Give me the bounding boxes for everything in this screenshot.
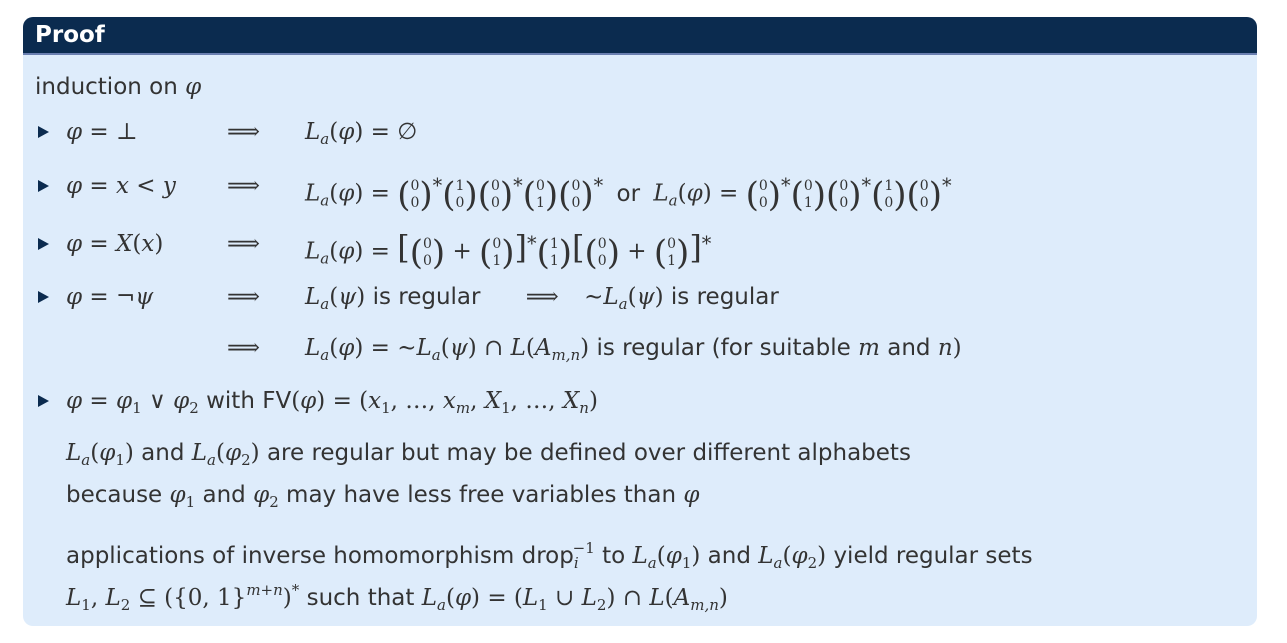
- case2-rhs: La(φ) = (0 0)*(1 0)(0 0)*(0 1)(0 0)* or La(φ)…: [305, 174, 952, 215]
- case1-implies: ⟹: [227, 119, 260, 145]
- intro-phi: φ: [185, 74, 202, 100]
- case4b-implies: ⟹: [227, 335, 260, 361]
- bullet-icon: [38, 238, 49, 250]
- bullet-icon: [38, 180, 49, 192]
- line8: applications of inverse homomorphism dro…: [66, 539, 1033, 572]
- case4-implies: ⟹: [227, 284, 260, 310]
- case1-rhs: La(φ) = ∅: [305, 119, 418, 148]
- intro-line: induction on φ: [35, 72, 201, 102]
- intro-text: induction on: [35, 74, 178, 100]
- bullet-icon: [38, 126, 49, 138]
- bullet-icon: [38, 291, 49, 303]
- case5-line: φ = φ1 ∨ φ2 with FV(φ) = (x1, …, xm, X1,…: [66, 388, 598, 417]
- line7: because φ1 and φ2 may have less free var…: [66, 482, 700, 511]
- case4b-rhs: La(φ) = ∼La(ψ) ∩ L(Am,n) is regular (for…: [305, 335, 962, 364]
- case1-lhs: φ = ⊥: [66, 119, 138, 145]
- bullet-icon: [38, 395, 49, 407]
- case3-lhs: φ = X(x): [66, 231, 164, 257]
- case3-rhs: La(φ) = [(0 0) + (0 1)]*(1 1)[(0 0) + (0 1)]*: [305, 228, 712, 273]
- line6: La(φ1) and La(φ2) are regular but may be…: [66, 440, 911, 469]
- case4-rhs: La(ψ) is regular ⟹ ∼La(ψ) is regular: [305, 284, 779, 313]
- case3-implies: ⟹: [227, 231, 260, 257]
- case2-lhs: φ = x < y: [66, 173, 176, 199]
- case4-lhs: φ = ¬ψ: [66, 284, 154, 310]
- proof-block-title: Proof: [23, 17, 1257, 55]
- case2-implies: ⟹: [227, 173, 260, 199]
- line9: L1, L2 ⊆ ({0, 1}m+n)* such that La(φ) = …: [66, 581, 728, 614]
